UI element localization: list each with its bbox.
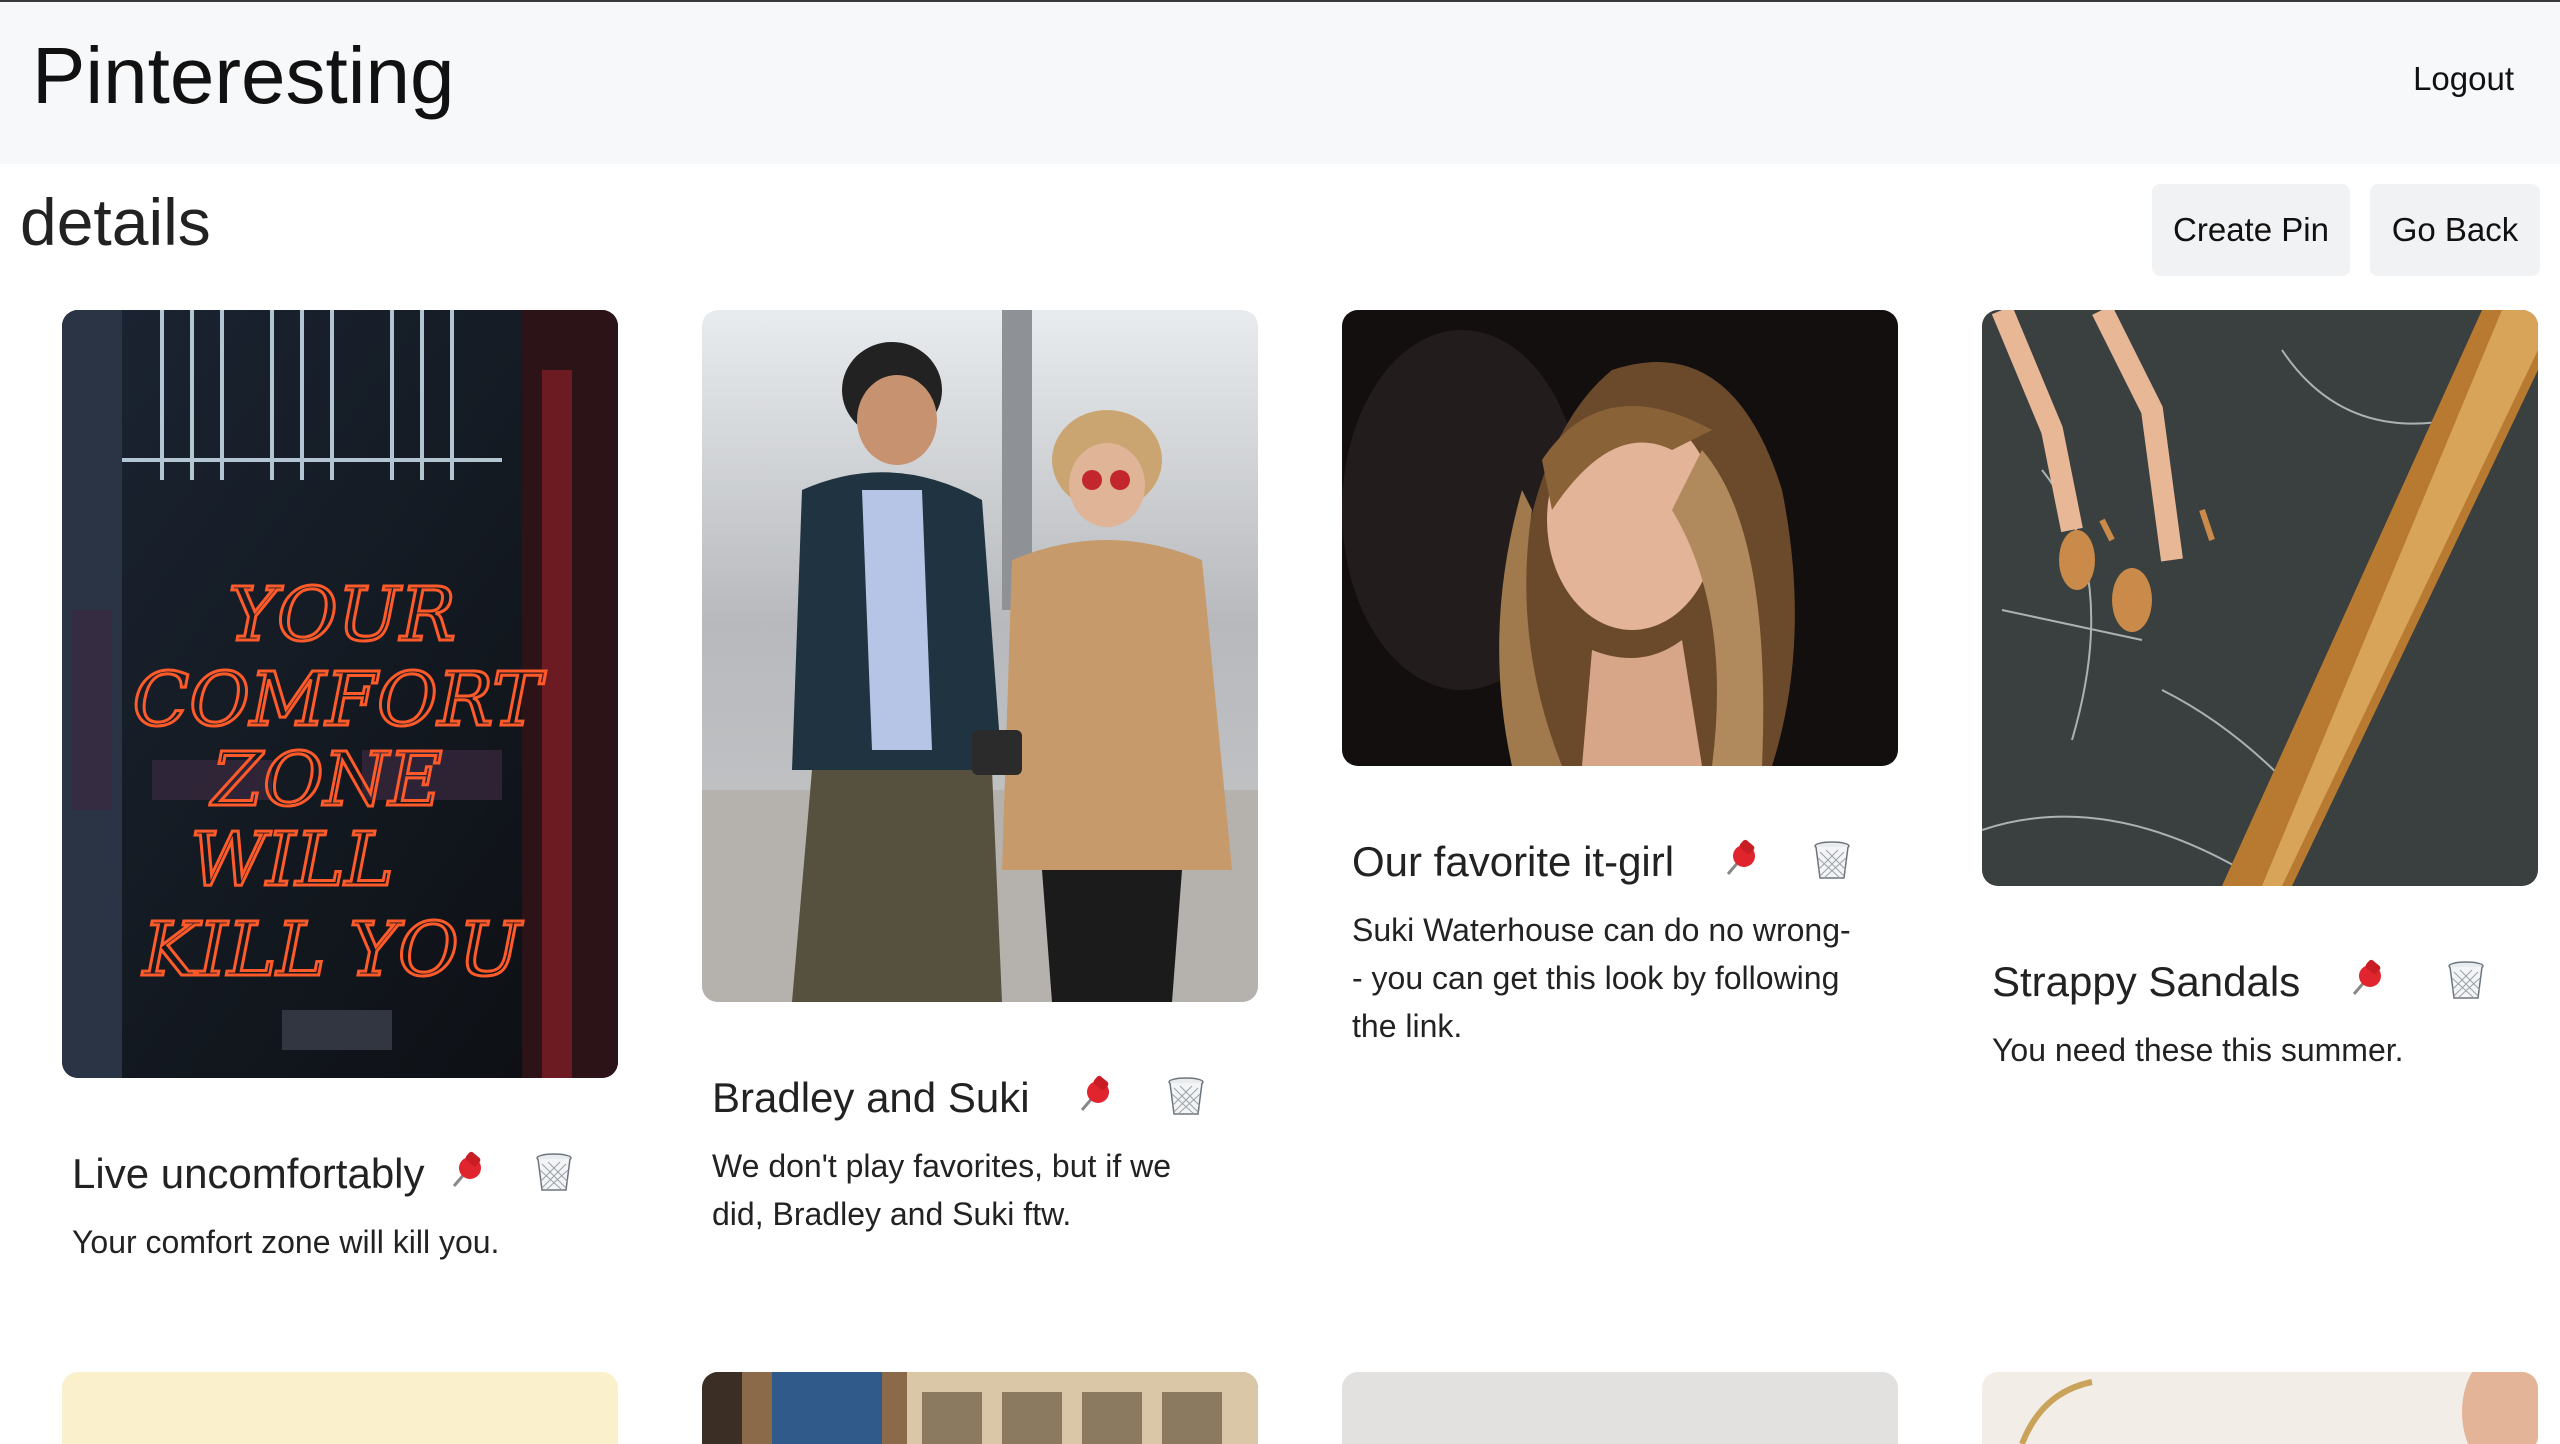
portrait-photo bbox=[1342, 310, 1898, 766]
sandals-photo bbox=[1982, 310, 2538, 886]
pin-image[interactable] bbox=[702, 310, 1258, 1002]
pin-description: We don't play favorites, but if we did, … bbox=[712, 1148, 1172, 1232]
pin-title: Live uncomfortably bbox=[72, 1150, 425, 1197]
pin-card-partial[interactable] bbox=[62, 1372, 618, 1444]
svg-text:WILL: WILL bbox=[190, 817, 394, 903]
pin-image[interactable] bbox=[1982, 310, 2538, 886]
navbar: Pinteresting Logout bbox=[0, 0, 2560, 164]
pin-title: Our favorite it-girl bbox=[1352, 838, 1675, 885]
pushpin-icon[interactable] bbox=[2344, 958, 2388, 1002]
pin-card-partial[interactable] bbox=[1982, 1372, 2538, 1444]
svg-text:YOUR: YOUR bbox=[228, 572, 456, 658]
pin-description: You need these this summer. bbox=[1992, 1032, 2404, 1068]
go-back-button[interactable]: Go Back bbox=[2370, 184, 2540, 276]
pin-title: Bradley and Suki bbox=[712, 1074, 1030, 1121]
trash-icon[interactable] bbox=[1164, 1074, 1208, 1118]
logout-link[interactable]: Logout bbox=[2413, 60, 2514, 98]
pin-title: Strappy Sandals bbox=[1992, 958, 2301, 1005]
pin-description: Suki Waterhouse can do no wrong-- you ca… bbox=[1352, 912, 1851, 1044]
page-title: details bbox=[20, 185, 211, 259]
pushpin-icon[interactable] bbox=[444, 1150, 488, 1194]
pushpin-icon[interactable] bbox=[1718, 838, 1762, 882]
pin-image bbox=[1982, 1372, 2538, 1444]
trash-icon[interactable] bbox=[2444, 958, 2488, 1002]
pin-card-partial[interactable] bbox=[702, 1372, 1258, 1444]
create-pin-button[interactable]: Create Pin bbox=[2152, 184, 2350, 276]
neon-sign-image: YOUR COMFORT ZONE WILL KILL YOU bbox=[62, 310, 618, 1078]
trash-icon[interactable] bbox=[532, 1150, 576, 1194]
pin-image bbox=[702, 1372, 1258, 1444]
brand-logo[interactable]: Pinteresting bbox=[32, 26, 454, 126]
pin-card-partial[interactable] bbox=[1342, 1372, 1898, 1444]
svg-text:KILL YOU: KILL YOU bbox=[141, 907, 524, 993]
couple-photo bbox=[702, 310, 1258, 1002]
pin-image[interactable] bbox=[1342, 310, 1898, 766]
pin-image[interactable]: YOUR COMFORT ZONE WILL KILL YOU bbox=[62, 310, 618, 1078]
trash-icon[interactable] bbox=[1810, 838, 1854, 882]
pin-description: Your comfort zone will kill you. bbox=[72, 1224, 500, 1260]
svg-text:ZONE: ZONE bbox=[210, 737, 443, 823]
pushpin-icon[interactable] bbox=[1072, 1074, 1116, 1118]
svg-text:COMFORT: COMFORT bbox=[133, 657, 546, 743]
